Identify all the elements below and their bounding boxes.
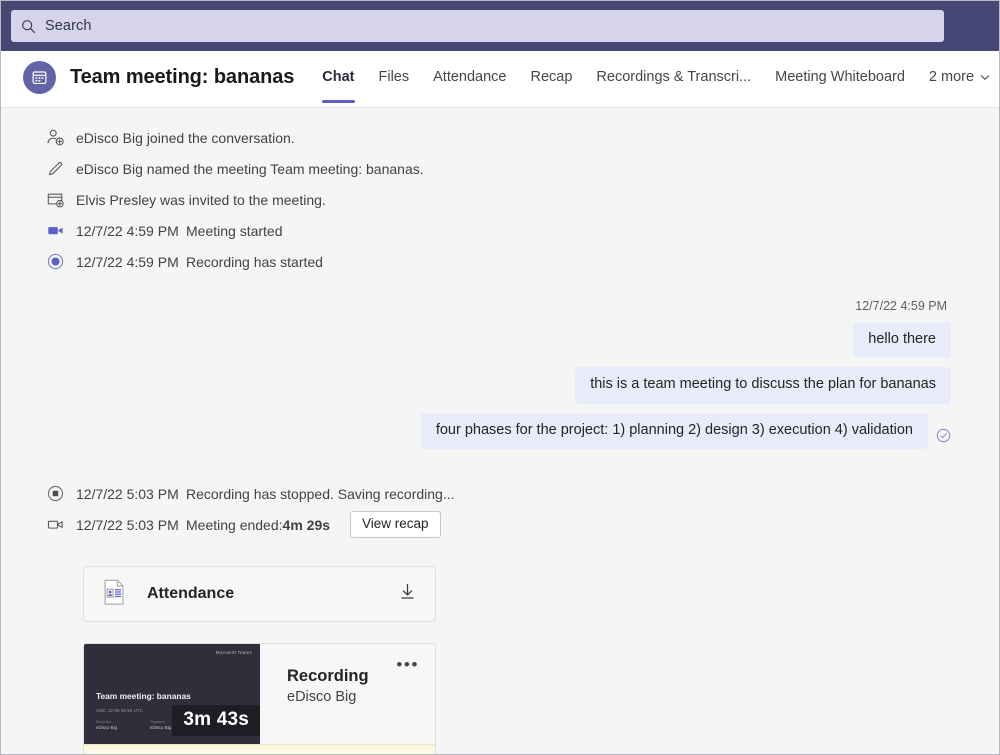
person-add-icon (46, 128, 76, 147)
system-event-recording-stopped: 12/7/22 5:03 PM Recording has stopped. S… (1, 478, 999, 509)
recording-thumbnail[interactable]: Microsoft Teams Team meeting: bananas US… (84, 644, 260, 744)
calendar-meeting-icon (23, 61, 56, 94)
system-event-time: 12/7/22 5:03 PM (76, 486, 186, 502)
chat-bubble[interactable]: four phases for the project: 1) planning… (421, 413, 928, 449)
meeting-ended-label: Meeting ended: (186, 517, 283, 533)
system-event-text: Recording has started (186, 254, 323, 270)
thumbnail-meta-value: eDisco Big (96, 725, 117, 730)
tab-recap[interactable]: Recap (519, 51, 585, 103)
thumbnail-subtitle: USE: 12-08 06:59 UTC (96, 708, 143, 713)
page-title: Team meeting: bananas (70, 66, 294, 89)
tab-files[interactable]: Files (367, 51, 422, 103)
system-event-text: Meeting started (186, 223, 283, 239)
tab-chat[interactable]: Chat (310, 51, 366, 103)
top-bar: Search (1, 1, 999, 51)
attendance-card-label: Attendance (147, 585, 398, 603)
stop-record-icon (46, 484, 76, 503)
calendar-add-icon (46, 190, 76, 209)
system-event-time: 12/7/22 5:03 PM (76, 517, 186, 533)
conversation-pane[interactable]: eDisco Big joined the conversation. eDis… (1, 108, 999, 754)
teams-app-window: Search Team meeting: bananas Chat Files (0, 0, 1000, 755)
thumbnail-meta-key: Organizer (150, 720, 171, 724)
system-event-recording-started: 12/7/22 4:59 PM Recording has started (1, 246, 999, 277)
pencil-edit-icon (46, 159, 76, 178)
system-event-renamed: eDisco Big named the meeting Team meetin… (1, 153, 999, 184)
thumbnail-meta-value: eDisco Big (150, 725, 171, 730)
system-event-text: eDisco Big named the meeting Team meetin… (76, 161, 424, 177)
system-event-text: eDisco Big joined the conversation. (76, 130, 295, 146)
message-group: 12/7/22 4:59 PM hello there this is a te… (1, 299, 999, 458)
chat-bubble[interactable]: this is a team meeting to discuss the pl… (575, 367, 951, 403)
recording-card[interactable]: Microsoft Teams Team meeting: bananas US… (83, 643, 436, 754)
view-recap-button[interactable]: View recap (350, 511, 441, 538)
recording-duration-badge: 3m 43s (172, 705, 260, 736)
tab-bar: Chat Files Attendance Recap Recordings &… (310, 51, 1000, 103)
video-camera-filled-icon (46, 221, 76, 240)
system-event-time: 12/7/22 4:59 PM (76, 223, 186, 239)
system-event-joined: eDisco Big joined the conversation. (1, 122, 999, 153)
thumbnail-title: Team meeting: bananas (96, 691, 191, 701)
system-event-text: Recording has stopped. Saving recording.… (186, 486, 455, 502)
system-event-meeting-started: 12/7/22 4:59 PM Meeting started (1, 215, 999, 246)
more-tabs-label: 2 more (929, 51, 974, 103)
meeting-header: Team meeting: bananas Chat Files Attenda… (1, 51, 999, 108)
attendance-card[interactable]: Attendance (83, 566, 436, 622)
meeting-duration: 4m 29s (283, 517, 330, 533)
tab-meeting-whiteboard[interactable]: Meeting Whiteboard (763, 51, 917, 103)
thumbnail-meta: Recorded eDisco Big Organizer eDisco Big (96, 720, 171, 730)
system-event-meeting-ended: 12/7/22 5:03 PM Meeting ended: 4m 29s Vi… (1, 509, 999, 540)
more-options-icon[interactable]: ••• (396, 656, 419, 673)
attendance-report-icon (99, 577, 129, 612)
message-timestamp: 12/7/22 4:59 PM (855, 299, 947, 313)
thumbnail-meta-key: Recorded (96, 720, 117, 724)
search-input[interactable]: Search (11, 10, 944, 42)
tab-more-menu[interactable]: 2 more (917, 51, 1000, 103)
search-icon (21, 19, 36, 34)
chevron-down-icon (980, 51, 990, 103)
chat-bubble[interactable]: hello there (853, 322, 951, 358)
tab-attendance[interactable]: Attendance (421, 51, 518, 103)
thumbnail-brand: Microsoft Teams (216, 650, 252, 655)
search-placeholder: Search (45, 18, 92, 34)
download-icon[interactable] (398, 582, 417, 606)
record-circle-icon (46, 252, 76, 271)
system-event-text: Elvis Presley was invited to the meeting… (76, 192, 326, 208)
video-camera-outline-icon (46, 515, 76, 534)
check-circle-icon (936, 428, 951, 458)
tab-recordings-transcripts[interactable]: Recordings & Transcri... (584, 51, 763, 103)
recording-owner: eDisco Big (287, 689, 435, 705)
system-event-invited: Elvis Presley was invited to the meeting… (1, 184, 999, 215)
recording-expiration-notice: This recording is set to expire. View or… (84, 744, 435, 754)
system-event-time: 12/7/22 4:59 PM (76, 254, 186, 270)
